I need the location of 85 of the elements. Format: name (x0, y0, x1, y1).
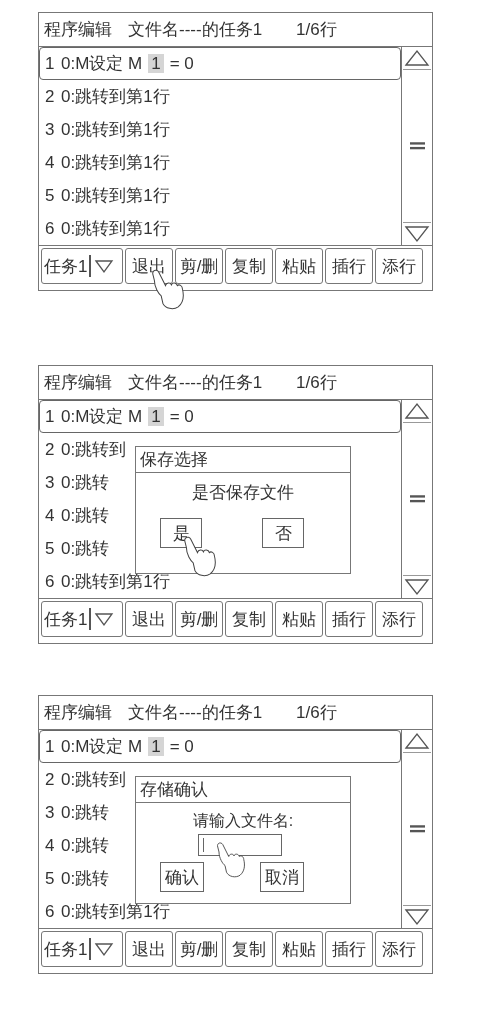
program-line[interactable]: 2 0:跳转到第1行 (39, 80, 401, 113)
line-text: 0:跳转 (61, 835, 110, 857)
toolbar-button[interactable]: 添行 (375, 931, 423, 967)
toolbar-button[interactable]: 复制 (225, 248, 273, 284)
line-text: 0:跳转 (61, 505, 110, 527)
scroll-grip-icon[interactable] (409, 142, 425, 150)
line-number: 1 (45, 406, 56, 427)
program-line[interactable]: 5 0:跳转到第1行 (39, 179, 401, 212)
toolbar-button[interactable]: 插行 (325, 248, 373, 284)
line-text: 0:M设定 M 1 = 0 (61, 736, 194, 758)
toolbar-button[interactable]: 粘贴 (275, 601, 323, 637)
dropdown-icon (93, 611, 114, 627)
task-dropdown[interactable]: 任务1 (41, 931, 123, 967)
toolbar-button[interactable]: 插行 (325, 601, 373, 637)
line-position: 1/6行 (296, 19, 337, 41)
line-number: 1 (45, 736, 56, 757)
line-number: 6 (45, 571, 56, 592)
screen-title: 程序编辑 (44, 19, 112, 41)
toolbar-button[interactable]: 剪/删 (175, 601, 223, 637)
line-text: 0:跳转到第1行 (61, 185, 170, 207)
task-dropdown[interactable]: 任务1 (41, 248, 123, 284)
toolbar-button[interactable]: 剪/删 (175, 248, 223, 284)
scroll-grip-icon[interactable] (409, 825, 425, 833)
program-line[interactable]: 6 0:跳转到第1行 (39, 212, 401, 245)
line-number: 1 (45, 53, 56, 74)
toolbar-button[interactable]: 添行 (375, 248, 423, 284)
dialog-button[interactable]: 否 (262, 518, 304, 548)
line-text: 0:跳转 (61, 538, 110, 560)
line-text: 0:M设定 M 1 = 0 (61, 406, 194, 428)
line-number: 6 (45, 218, 56, 239)
dialog-title: 存储确认 (140, 779, 208, 801)
line-text: 0:跳转到第1行 (61, 152, 170, 174)
line-number: 4 (45, 505, 56, 526)
file-name: 文件名----的任务1 (128, 372, 263, 394)
toolbar-button[interactable]: 插行 (325, 931, 373, 967)
dialog-message: 是否保存文件 (192, 482, 294, 504)
toolbar-button[interactable]: 粘贴 (275, 931, 323, 967)
line-number: 3 (45, 119, 56, 140)
dialog-button[interactable]: 确认 (160, 862, 204, 892)
toolbar-button[interactable]: 粘贴 (275, 248, 323, 284)
dialog-button[interactable]: 取消 (260, 862, 304, 892)
line-number: 2 (45, 769, 56, 790)
dropdown-icon (93, 258, 114, 274)
line-text: 0:跳转 (61, 802, 110, 824)
program-line[interactable]: 4 0:跳转到第1行 (39, 146, 401, 179)
line-number: 3 (45, 472, 56, 493)
toolbar-button[interactable]: 剪/删 (175, 931, 223, 967)
dropdown-icon (93, 941, 114, 957)
toolbar-button[interactable]: 退出 (125, 601, 173, 637)
line-text: 0:跳转到第1行 (61, 86, 170, 108)
line-text: 0:跳转 (61, 868, 110, 890)
line-number: 6 (45, 901, 56, 922)
toolbar-button[interactable]: 复制 (225, 601, 273, 637)
file-name: 文件名----的任务1 (128, 19, 263, 41)
program-line[interactable]: 3 0:跳转到第1行 (39, 113, 401, 146)
line-number: 5 (45, 185, 56, 206)
line-text: 0:跳转到第1行 (61, 119, 170, 141)
line-text: 0:跳转到第1行 (61, 218, 170, 240)
line-position: 1/6行 (296, 702, 337, 724)
line-text: 0:跳转 (61, 472, 110, 494)
line-number: 2 (45, 86, 56, 107)
file-name: 文件名----的任务1 (128, 702, 263, 724)
screen-title: 程序编辑 (44, 372, 112, 394)
scroll-grip-icon[interactable] (409, 495, 425, 503)
dialog-title: 保存选择 (140, 449, 208, 471)
line-number: 5 (45, 868, 56, 889)
line-number: 4 (45, 152, 56, 173)
line-number: 2 (45, 439, 56, 460)
hand-pointer-icon (216, 840, 247, 878)
toolbar-button[interactable]: 添行 (375, 601, 423, 637)
screen-title: 程序编辑 (44, 702, 112, 724)
line-text: 0:跳转到 (61, 439, 127, 461)
line-number: 4 (45, 835, 56, 856)
task-dropdown[interactable]: 任务1 (41, 601, 123, 637)
line-text: 0:跳转到第1行 (61, 901, 170, 923)
toolbar-button[interactable]: 退出 (125, 931, 173, 967)
line-text: 0:跳转到 (61, 769, 127, 791)
toolbar-button[interactable]: 复制 (225, 931, 273, 967)
toolbar-button[interactable]: 退出 (125, 248, 173, 284)
line-number: 5 (45, 538, 56, 559)
line-position: 1/6行 (296, 372, 337, 394)
dialog-message: 请输入文件名: (192, 811, 294, 831)
line-text: 0:M设定 M 1 = 0 (61, 53, 194, 75)
line-number: 3 (45, 802, 56, 823)
line-text: 0:跳转到第1行 (61, 571, 170, 593)
